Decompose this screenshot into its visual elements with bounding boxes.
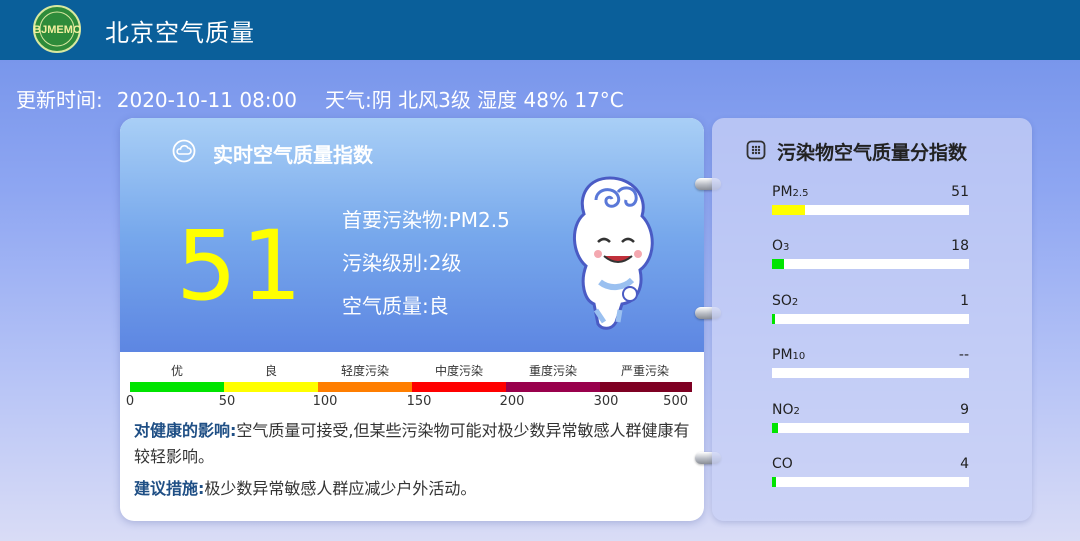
pollutant-name: CO <box>772 456 793 472</box>
grid-icon <box>746 140 766 160</box>
aqi-card: 实时空气质量指数 51 首要污染物:PM2.5 污染级别:2级 空气质量:良 优… <box>120 118 704 521</box>
pollutant-bar <box>772 477 969 487</box>
scale-label-heavy: 重度污染 <box>528 364 577 378</box>
advice-text: 极少数异常敏感人群应减少户外活动。 <box>204 479 477 498</box>
pollutant-bar-fill <box>772 259 784 269</box>
info-line: 更新时间: 2020-10-11 08:00 天气:阴 北风3级 湿度 48% 17… <box>16 84 624 113</box>
aqi-card-title: 实时空气质量指数 <box>213 143 373 167</box>
cloud-icon <box>172 139 196 163</box>
scale-label-moderate: 中度污染 <box>434 364 483 378</box>
scale-tick: 200 <box>499 394 525 409</box>
svg-text:BJMEMC: BJMEMC <box>33 24 81 36</box>
scale-segment-excellent <box>130 382 224 392</box>
pollutant-value: 18 <box>951 238 969 254</box>
pollutant-name: PM10 <box>772 347 806 363</box>
scale-segment-heavy <box>506 382 600 392</box>
pollutant-card-title: 污染物空气质量分指数 <box>777 142 968 164</box>
aqi-value: 51 <box>176 210 307 322</box>
pollutant-bar-fill <box>772 205 806 215</box>
pollutant-value: 4 <box>960 456 969 472</box>
pollutant-card: 污染物空气质量分指数 PM2.5 51 O3 18 SO2 1 PM10 -- … <box>712 118 1032 521</box>
advice: 建议措施:极少数异常敏感人群应减少户外活动。 <box>134 476 694 502</box>
pollutant-bar-fill <box>772 477 776 487</box>
update-time: 2020-10-11 08:00 <box>116 88 297 112</box>
pollutant-row-pm10: PM10 -- <box>772 347 969 387</box>
pollutant-value: -- <box>958 347 969 363</box>
pollutant-bar <box>772 368 969 378</box>
aqi-scale: 优 良 轻度污染 中度污染 重度污染 严重污染 0 50 100 150 200… <box>126 362 692 412</box>
pollutant-row-o3: O3 18 <box>772 238 969 278</box>
pollutant-value: 9 <box>960 402 969 418</box>
scale-tick: 0 <box>125 394 135 409</box>
weather-label: 天气: <box>324 88 372 112</box>
scale-segment-severe <box>600 382 692 392</box>
scale-segment-light <box>318 382 412 392</box>
top-bar: BJMEMC 北京空气质量 <box>0 0 1080 60</box>
pollution-level: 污染级别:2级 <box>342 251 462 275</box>
pollutant-value: 51 <box>951 184 969 200</box>
pollutant-value: 1 <box>960 293 969 309</box>
pollutant-bar-fill <box>772 423 778 433</box>
bjmemc-logo: BJMEMC <box>33 5 81 53</box>
pollutant-row-co: CO 4 <box>772 456 969 496</box>
scale-tick: 50 <box>218 394 236 409</box>
app-title: 北京空气质量 <box>105 19 255 47</box>
weather-text: 阴 北风3级 湿度 48% 17°C <box>371 88 624 112</box>
pollutant-name: PM2.5 <box>772 184 809 200</box>
pollutant-name: SO2 <box>772 293 799 309</box>
scale-label-severe: 严重污染 <box>620 364 669 378</box>
scale-labels: 优 良 轻度污染 中度污染 重度污染 严重污染 <box>130 362 692 380</box>
scale-label-good: 良 <box>264 364 277 378</box>
pollutant-bar <box>772 205 969 215</box>
aqi-header-area: 实时空气质量指数 51 首要污染物:PM2.5 污染级别:2级 空气质量:良 <box>120 118 704 352</box>
health-label: 对健康的影响: <box>134 421 237 440</box>
pollutant-name: O3 <box>772 238 790 254</box>
pollutant-row-so2: SO2 1 <box>772 293 969 333</box>
scale-tick: 500 <box>663 394 688 409</box>
health-impact: 对健康的影响:空气质量可接受,但某些污染物可能对极少数异常敏感人群健康有较轻影响… <box>134 418 694 470</box>
pollutant-row-pm25: PM2.5 51 <box>772 184 969 224</box>
air-quality: 空气质量:良 <box>342 294 449 318</box>
pollutant-bar <box>772 314 969 324</box>
pollutant-bar <box>772 423 969 433</box>
scale-segment-moderate <box>412 382 506 392</box>
scale-tick: 300 <box>593 394 619 409</box>
advice-label: 建议措施: <box>134 479 205 498</box>
scale-segment-good <box>224 382 318 392</box>
primary-pollutant: 首要污染物:PM2.5 <box>342 208 510 232</box>
scale-tick: 100 <box>312 394 338 409</box>
pollutant-row-no2: NO2 9 <box>772 402 969 442</box>
scale-label-excellent: 优 <box>170 364 183 378</box>
mascot-illustration <box>572 176 654 330</box>
pollutant-bar-fill <box>772 314 775 324</box>
scale-label-light: 轻度污染 <box>340 364 389 378</box>
update-label: 更新时间: <box>16 88 103 112</box>
pollutant-name: NO2 <box>772 402 800 418</box>
pollutant-bar <box>772 259 969 269</box>
scale-tick: 150 <box>406 394 432 409</box>
